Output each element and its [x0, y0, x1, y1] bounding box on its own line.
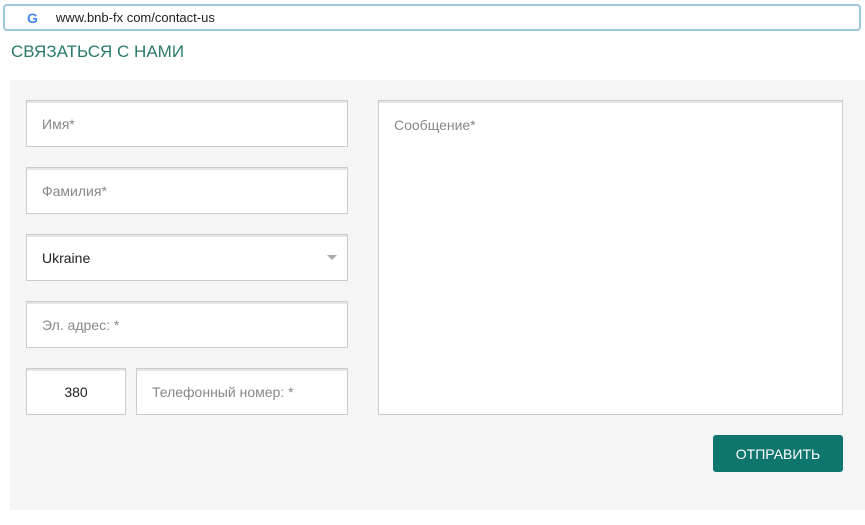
message-placeholder: Сообщение*	[394, 117, 476, 133]
submit-button[interactable]: ОТПРАВИТЬ	[713, 435, 843, 472]
phone-input[interactable]: Телефонный номер: *	[136, 368, 348, 415]
email-input[interactable]: Эл. адрес: *	[26, 301, 348, 348]
page-title: СВЯЗАТЬСЯ С НАМИ	[11, 42, 185, 61]
address-bar[interactable]: G www.bnb-fx com/contact-us	[3, 4, 861, 31]
country-select[interactable]: Ukraine	[26, 234, 348, 281]
phone-code-input[interactable]: 380	[26, 368, 126, 415]
phone-code-value: 380	[64, 383, 88, 400]
first-name-input[interactable]: Имя*	[26, 100, 348, 147]
last-name-placeholder: Фамилия*	[42, 182, 107, 199]
chevron-down-icon	[327, 255, 337, 260]
google-icon: G	[27, 9, 38, 26]
message-textarea[interactable]: Сообщение*	[378, 100, 843, 415]
last-name-input[interactable]: Фамилия*	[26, 167, 348, 214]
email-placeholder: Эл. адрес: *	[42, 316, 120, 333]
country-value: Ukraine	[42, 249, 91, 266]
phone-placeholder: Телефонный номер: *	[152, 383, 294, 400]
url-text[interactable]: www.bnb-fx com/contact-us	[56, 10, 215, 25]
first-name-placeholder: Имя*	[42, 115, 75, 132]
